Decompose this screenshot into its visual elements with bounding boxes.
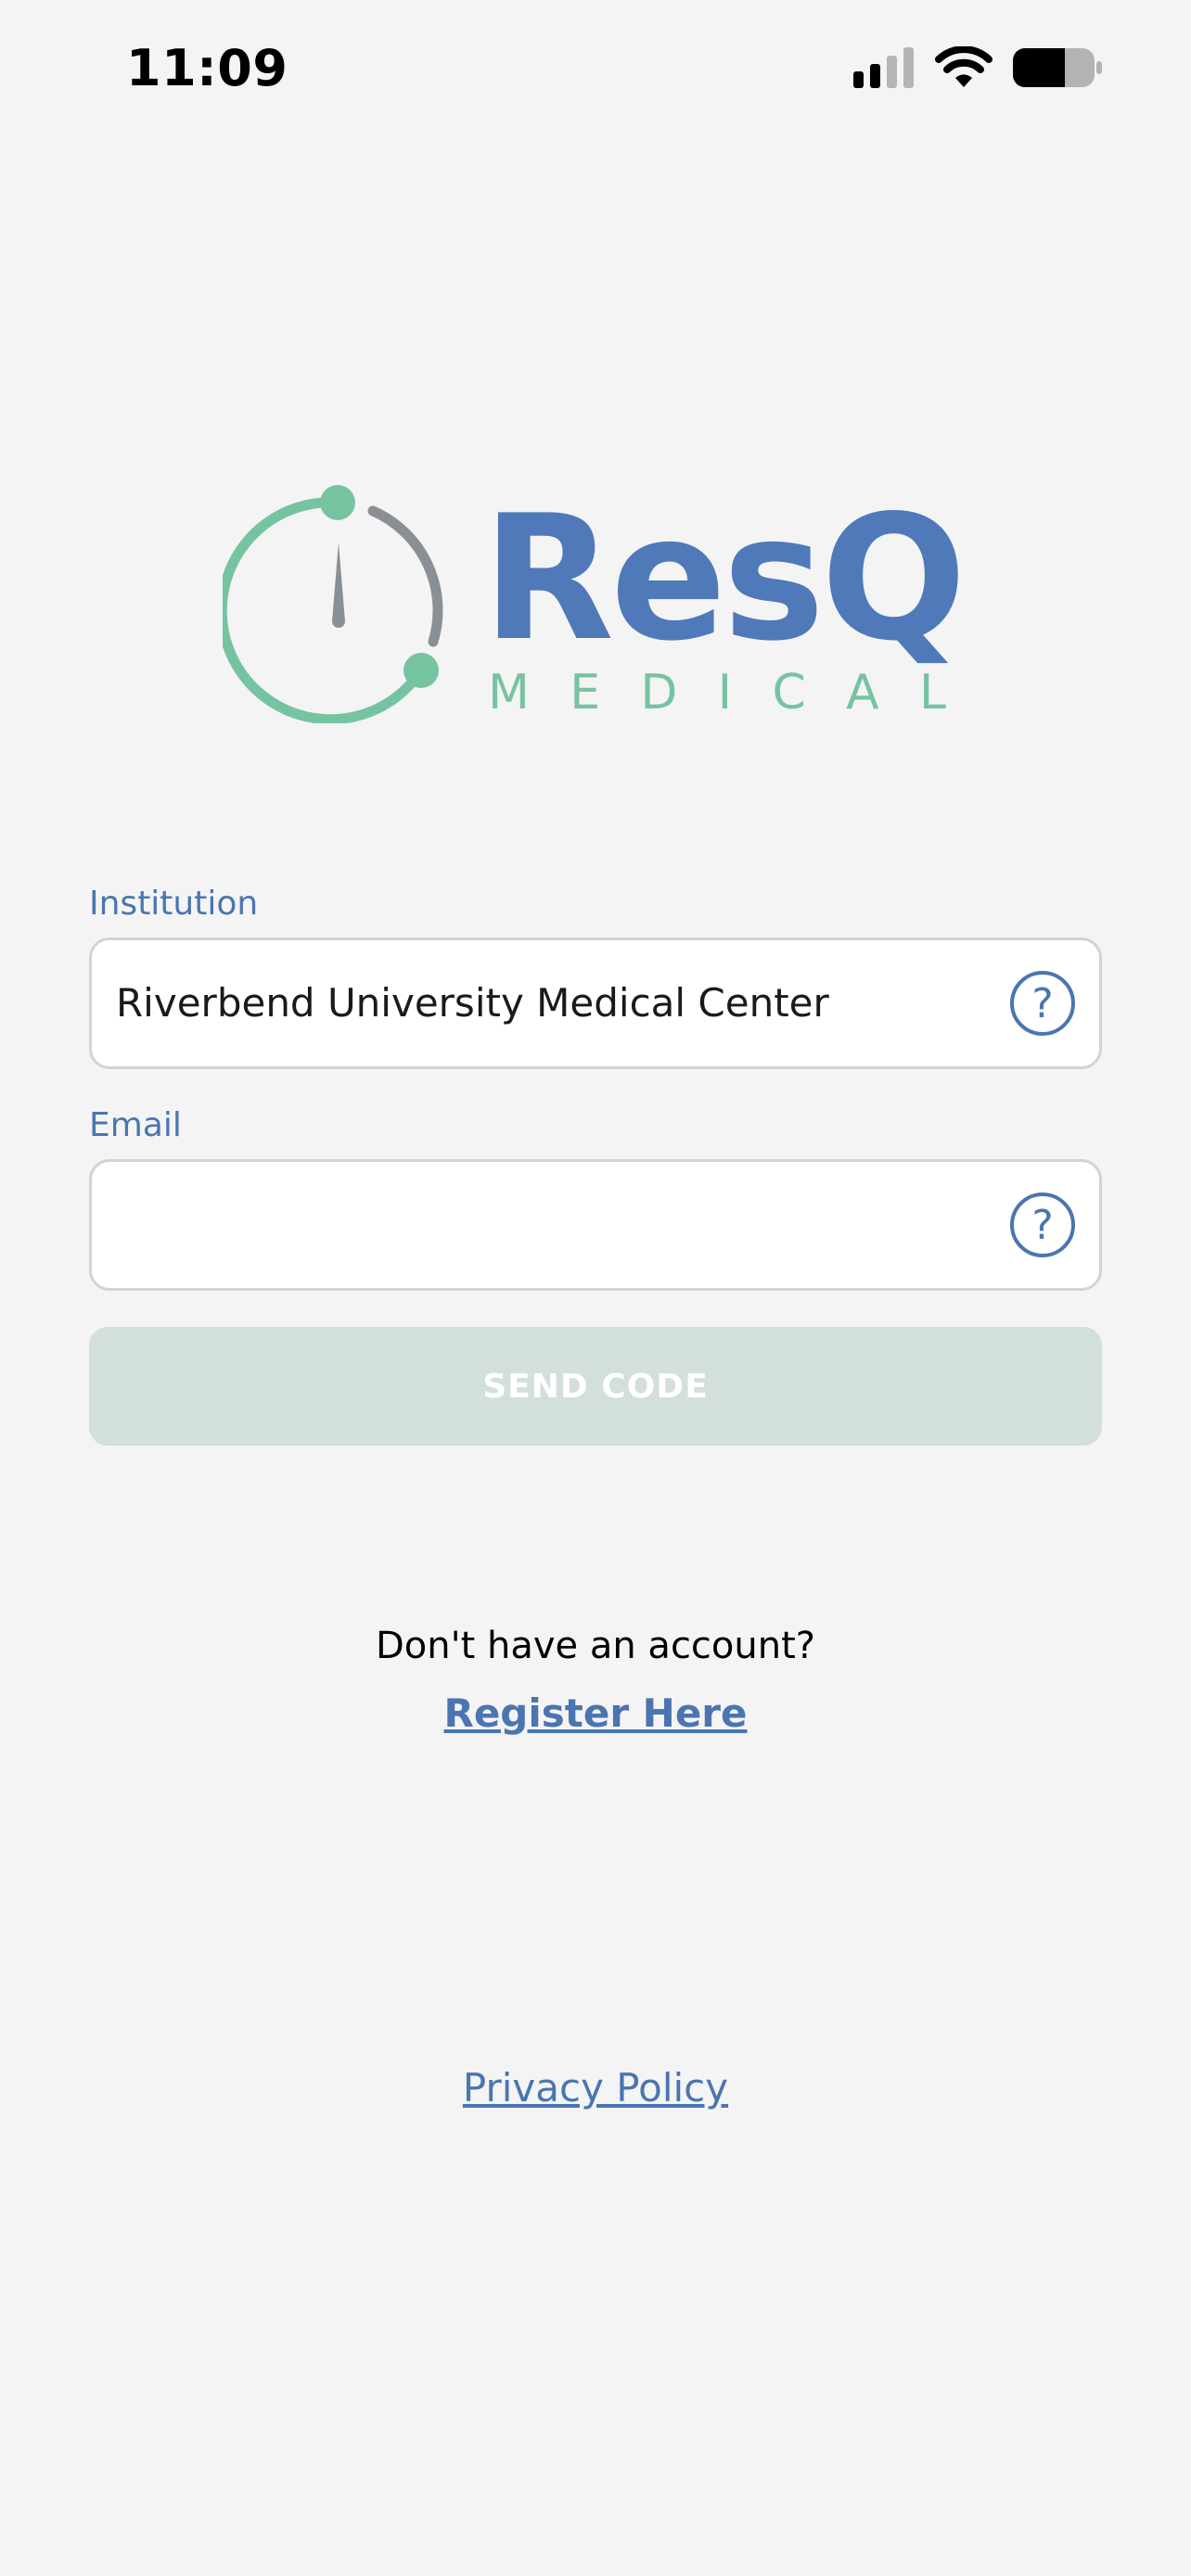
status-icons: [853, 45, 1102, 93]
email-label: Email: [89, 1106, 182, 1144]
question-circle-icon[interactable]: ?: [1008, 1191, 1077, 1259]
send-code-button[interactable]: SEND CODE: [89, 1327, 1102, 1446]
status-time: 11:09: [126, 39, 288, 97]
institution-value: Riverbend University Medical Center: [116, 980, 829, 1026]
svg-text:?: ?: [1031, 980, 1053, 1027]
login-screen: 11:09 ResQ MEDICAL Institution Riverbend…: [0, 0, 1191, 2576]
email-field[interactable]: ?: [89, 1159, 1102, 1291]
institution-field[interactable]: Riverbend University Medical Center ?: [89, 937, 1102, 1069]
question-circle-icon[interactable]: ?: [1008, 969, 1077, 1038]
logo-brand: ResQ: [482, 482, 963, 679]
cellular-signal-icon: [853, 47, 915, 92]
svg-text:?: ?: [1031, 1202, 1053, 1249]
privacy-policy-link[interactable]: Privacy Policy: [0, 2065, 1191, 2111]
battery-icon: [1013, 46, 1102, 93]
status-bar: 11:09: [0, 0, 1191, 139]
register-link[interactable]: Register Here: [0, 1690, 1191, 1736]
resq-medical-logo: ResQ MEDICAL: [216, 478, 974, 725]
wifi-icon: [935, 45, 992, 93]
account-prompt: Don't have an account?: [375, 1625, 816, 1667]
institution-label: Institution: [89, 885, 259, 923]
